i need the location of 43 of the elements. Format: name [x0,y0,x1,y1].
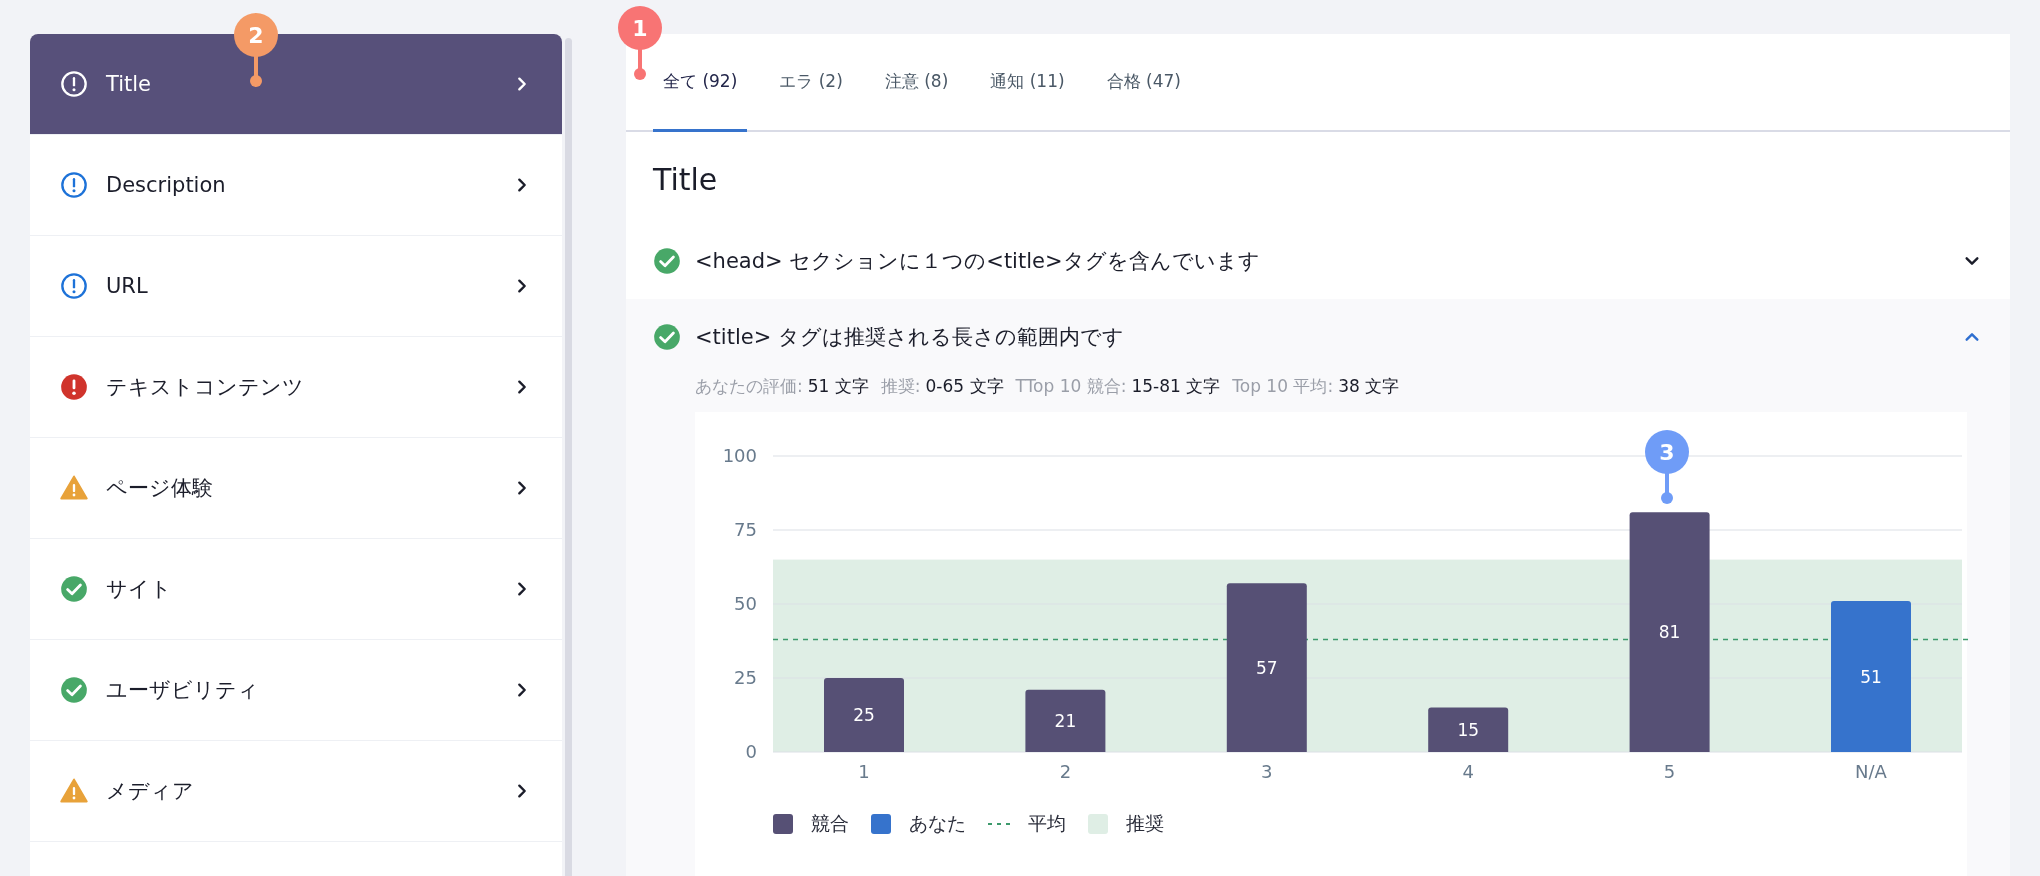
metric-value: 15-81 文字 [1131,375,1221,398]
legend-label: あなた [909,811,966,836]
metric-label: TTop 10 競合: [1015,375,1127,398]
metric-value: 38 文字 [1338,375,1400,398]
bar-value-label: 51 [1860,666,1882,687]
y-axis-label: 50 [734,593,757,614]
metric-label: あなたの評価: [695,375,803,398]
metric-value: 51 文字 [807,375,869,398]
legend-label: 推奨 [1126,811,1164,836]
x-axis-label: 2 [1059,761,1072,782]
metric-label: Top 10 平均: [1232,375,1334,398]
bar-value-label: 25 [853,705,875,725]
y-axis-label: 25 [734,667,757,688]
metric-label: 推奨: [880,375,921,398]
section-title: Title [652,161,719,199]
filter-tab[interactable]: 注意 (8) [874,34,959,132]
bar-value-label: 57 [1256,657,1278,678]
legend-label: 平均 [1028,811,1066,836]
y-axis-label: 0 [745,741,757,762]
bar-value-label: 81 [1658,622,1681,643]
check-row-header[interactable]: <title> タグは推奨される長さの範囲内です [626,299,2010,375]
scrollbar[interactable] [565,38,572,876]
legend-label: 競合 [811,811,849,836]
legend-swatch [871,814,891,834]
metric-value: 0-65 文字 [925,375,1004,398]
dashed-line-key-icon [988,823,1010,825]
filter-tab[interactable]: エラ (2) [769,34,853,132]
check-title: <head> セクションに１つの<title>タグを含んでいます [695,248,1261,275]
x-axis-label: 3 [1261,761,1273,782]
bar-value-label: 21 [1054,710,1077,731]
y-axis-label: 100 [722,445,757,466]
check-row-header[interactable]: <head> セクションに１つの<title>タグを含んでいます [626,223,2010,299]
x-axis-label: 4 [1462,761,1474,782]
y-axis-label: 75 [734,519,757,540]
x-axis-label: 5 [1663,761,1676,782]
x-axis-label: 1 [858,761,870,782]
check-title: <title> タグは推奨される長さの範囲内です [695,324,1125,351]
legend-swatch [1088,814,1108,834]
legend-swatch [773,814,793,834]
bar-value-label: 15 [1457,719,1479,740]
filter-tab[interactable]: 通知 (11) [980,34,1075,132]
x-axis-label: N/A [1855,761,1887,782]
filter-tab[interactable]: 合格 (47) [1096,34,1191,132]
